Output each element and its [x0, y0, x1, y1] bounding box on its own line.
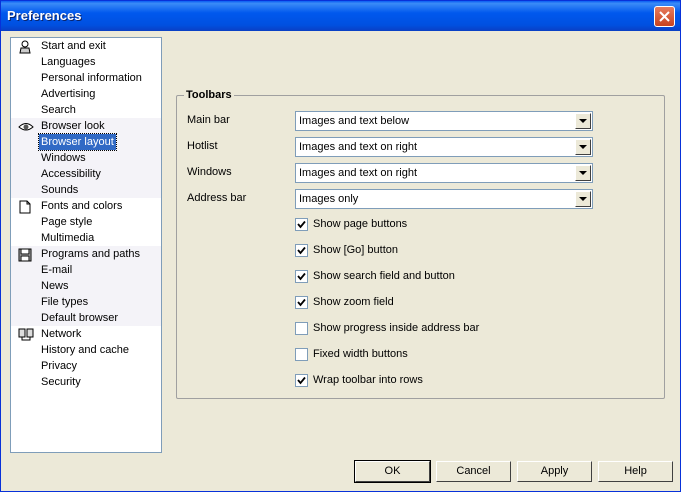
option-checkbox[interactable] — [295, 270, 308, 283]
sidebar-item-label: File types — [41, 296, 89, 308]
sidebar-item-label: Browser layout — [38, 133, 117, 151]
toolbar-style-dropdown[interactable]: Images and text on right — [295, 137, 593, 157]
sidebar-item[interactable]: Default browser — [11, 310, 161, 326]
option-checkbox-label: Wrap toolbar into rows — [313, 374, 423, 386]
ok-button[interactable]: OK — [354, 460, 431, 483]
toolbar-style-dropdown[interactable]: Images and text below — [295, 111, 593, 131]
sidebar-item-label: Accessibility — [41, 168, 101, 180]
sidebar-item[interactable]: Programs and paths — [11, 246, 161, 262]
sidebar-item-label: News — [41, 280, 69, 292]
category-group: Network History and cache Privacy Security — [11, 326, 161, 390]
toolbar-setting-label: Address bar — [187, 192, 247, 204]
sidebar-item-label: E-mail — [41, 264, 73, 276]
category-group: Fonts and colors Page style Multimedia — [11, 198, 161, 246]
option-checkbox-label: Show zoom field — [313, 296, 394, 308]
toolbar-setting-label: Main bar — [187, 114, 230, 126]
sidebar-item[interactable]: Fonts and colors — [11, 198, 161, 214]
option-checkbox-label: Show progress inside address bar — [313, 322, 480, 334]
toolbars-legend: Toolbars — [184, 89, 234, 101]
sidebar-item[interactable]: Accessibility — [11, 166, 161, 182]
sidebar-item[interactable]: Windows — [11, 150, 161, 166]
sidebar-item-label: Default browser — [41, 312, 119, 324]
sidebar-item-label: Multimedia — [41, 232, 95, 244]
title-bar[interactable]: Preferences — [1, 1, 680, 31]
toolbar-setting-label: Windows — [187, 166, 232, 178]
sidebar-item-label: Fonts and colors — [41, 200, 123, 212]
preferences-window: Preferences Start and exit Languages Perso… — [0, 0, 681, 492]
checkmark-icon — [297, 376, 306, 385]
sidebar-item[interactable]: Start and exit — [11, 38, 161, 54]
sidebar-item[interactable]: News — [11, 278, 161, 294]
option-checkbox-label: Fixed width buttons — [313, 348, 408, 360]
close-button[interactable] — [654, 6, 675, 27]
sidebar-item-label: Start and exit — [41, 40, 106, 52]
sidebar-item[interactable]: Languages — [11, 54, 161, 70]
option-checkbox[interactable] — [295, 374, 308, 387]
sidebar-item-label: Personal information — [41, 72, 142, 84]
dropdown-arrow-icon[interactable] — [575, 139, 591, 155]
dropdown-value: Images and text below — [299, 115, 410, 127]
category-group: Start and exit Languages Personal informat… — [11, 38, 161, 118]
sidebar-item-label: Page style — [41, 216, 93, 228]
sidebar-item[interactable]: Sounds — [11, 182, 161, 198]
sidebar-item[interactable]: Multimedia — [11, 230, 161, 246]
category-list[interactable]: Start and exit Languages Personal informat… — [10, 37, 162, 453]
close-icon — [659, 11, 670, 22]
dropdown-arrow-icon[interactable] — [575, 113, 591, 129]
checkmark-icon — [297, 220, 306, 229]
sidebar-item-label: History and cache — [41, 344, 130, 356]
category-group: Browser look Browser layout Windows Accessi… — [11, 118, 161, 198]
toolbar-style-dropdown[interactable]: Images only — [295, 189, 593, 209]
sidebar-item[interactable]: Network — [11, 326, 161, 342]
option-checkbox-label: Show search field and button — [313, 270, 455, 282]
option-checkbox[interactable] — [295, 296, 308, 309]
sidebar-item[interactable]: Advertising — [11, 86, 161, 102]
apply-button[interactable]: Apply — [517, 461, 592, 482]
sidebar-item-label: Windows — [41, 152, 86, 164]
sidebar-item[interactable]: Page style — [11, 214, 161, 230]
option-checkbox-label: Show page buttons — [313, 218, 408, 230]
option-checkbox[interactable] — [295, 218, 308, 231]
dropdown-arrow-icon[interactable] — [575, 191, 591, 207]
cancel-button[interactable]: Cancel — [436, 461, 511, 482]
dropdown-value: Images and text on right — [299, 167, 418, 179]
toolbar-style-dropdown[interactable]: Images and text on right — [295, 163, 593, 183]
dropdown-value: Images only — [299, 193, 359, 205]
sidebar-item-label: Privacy — [41, 360, 78, 372]
sidebar-item-label: Advertising — [41, 88, 96, 100]
option-checkbox[interactable] — [295, 348, 308, 361]
option-checkbox[interactable] — [295, 322, 308, 335]
checkmark-icon — [297, 272, 306, 281]
sidebar-item[interactable]: History and cache — [11, 342, 161, 358]
sidebar-item-label: Browser look — [41, 120, 105, 132]
sidebar-item-label: Programs and paths — [41, 248, 141, 260]
window-title: Preferences — [7, 8, 82, 23]
option-checkbox[interactable] — [295, 244, 308, 257]
checkmark-icon — [297, 298, 306, 307]
sidebar-item[interactable]: E-mail — [11, 262, 161, 278]
sidebar-item[interactable]: Security — [11, 374, 161, 390]
sidebar-item[interactable]: Search — [11, 102, 161, 118]
sidebar-item[interactable]: Browser look — [11, 118, 161, 134]
option-checkbox-label: Show [Go] button — [313, 244, 398, 256]
sidebar-item-label: Security — [41, 376, 81, 388]
sidebar-item[interactable]: Privacy — [11, 358, 161, 374]
sidebar-item[interactable]: Personal information — [11, 70, 161, 86]
checkmark-icon — [297, 246, 306, 255]
sidebar-item[interactable]: File types — [11, 294, 161, 310]
sidebar-item-label: Sounds — [41, 184, 79, 196]
help-button[interactable]: Help — [598, 461, 673, 482]
sidebar-item-label: Search — [41, 104, 76, 116]
toolbar-setting-label: Hotlist — [187, 140, 218, 152]
dropdown-value: Images and text on right — [299, 141, 418, 153]
sidebar-item-label: Network — [41, 328, 82, 340]
dropdown-arrow-icon[interactable] — [575, 165, 591, 181]
sidebar-item-label: Languages — [41, 56, 96, 68]
sidebar-item[interactable]: Browser layout — [11, 133, 161, 151]
category-group: Programs and paths E-mail News File types De… — [11, 246, 161, 326]
